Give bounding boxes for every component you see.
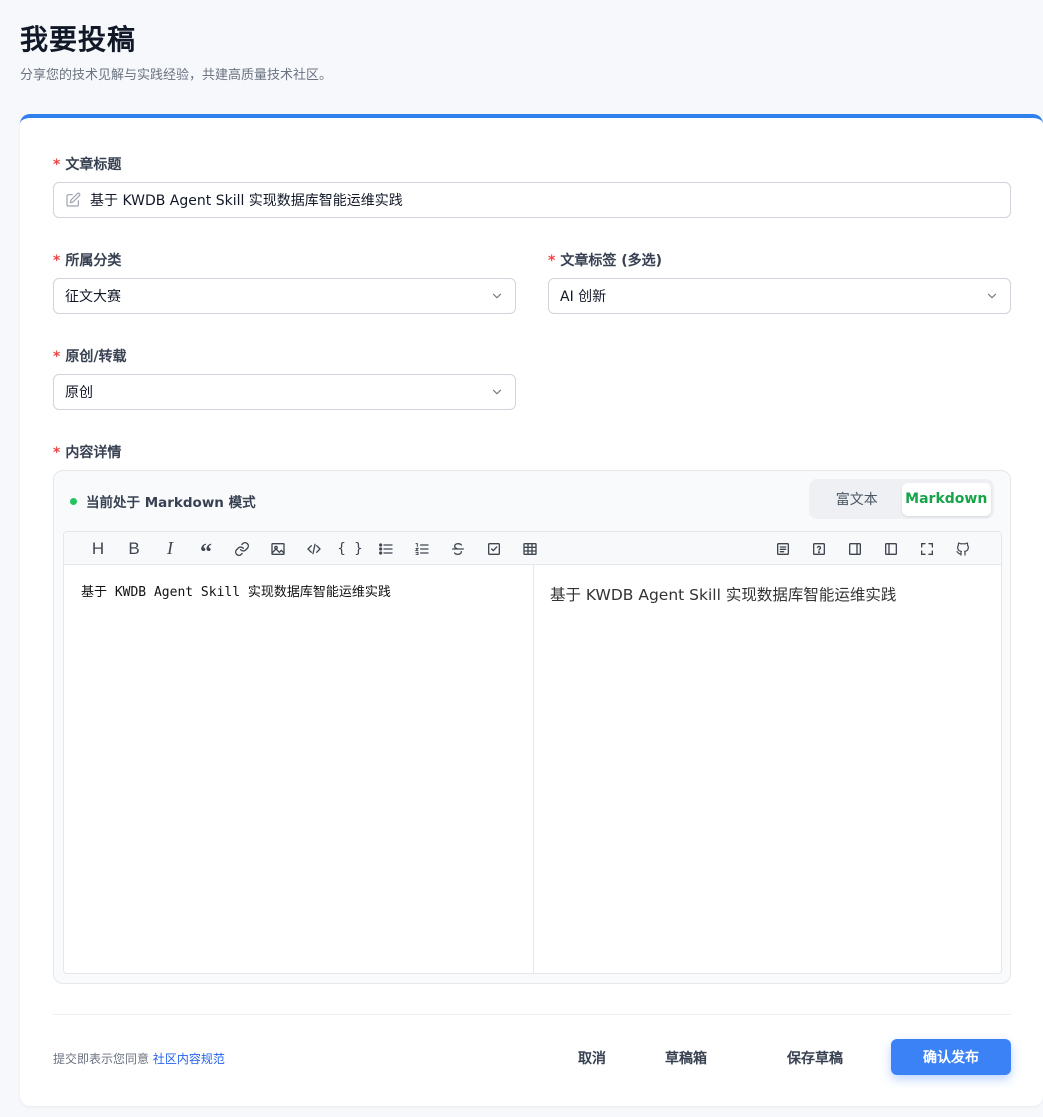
editor-pane-icon [885, 542, 897, 555]
heading-button[interactable]: H [80, 537, 116, 561]
image-icon [271, 542, 285, 555]
bold-icon: B [128, 538, 140, 558]
title-label: * 文章标题 [53, 154, 121, 174]
tags-label-text: 文章标签 (多选) [560, 253, 662, 269]
table-icon [523, 542, 537, 555]
mode-switch: 富文本 Markdown [809, 479, 994, 519]
tags-label: * 文章标签 (多选) [548, 250, 662, 270]
page-subtitle: 分享您的技术见解与实践经验，共建高质量技术社区。 [20, 68, 333, 83]
strikethrough-icon [452, 542, 464, 555]
help-button[interactable] [801, 537, 837, 561]
chevron-down-icon [492, 389, 502, 395]
origin-label-text: 原创/转载 [65, 349, 127, 365]
task-list-button[interactable] [476, 537, 512, 561]
toc-button[interactable] [765, 537, 801, 561]
heading-icon: H [91, 538, 105, 558]
content-editor-box: 当前处于 Markdown 模式 富文本 Markdown H B I “ {… [53, 470, 1011, 984]
github-icon [956, 541, 969, 556]
preview-only-button[interactable] [837, 537, 873, 561]
title-label-text: 文章标题 [65, 157, 122, 173]
editor-toolbar: H B I “ { } [64, 532, 1001, 565]
inline-code-button[interactable] [296, 537, 332, 561]
link-icon [235, 541, 249, 556]
category-select-value: 征文大赛 [65, 289, 121, 305]
submission-card: * 文章标题 基于 KWDB Agent Skill 实现数据库智能运维实践 * 所… [20, 114, 1043, 1106]
code-block-icon: { } [337, 540, 363, 557]
bullet-list-icon [379, 542, 393, 555]
bold-button[interactable]: B [116, 537, 152, 561]
help-icon [813, 542, 825, 555]
bullet-list-button[interactable] [368, 537, 404, 561]
origin-label: * 原创/转载 [53, 346, 126, 366]
code-icon [307, 543, 321, 554]
chevron-down-icon [987, 293, 997, 299]
ordered-list-icon [414, 542, 429, 555]
agreement-prefix: 提交即表示您同意 [53, 1052, 153, 1066]
origin-select-value: 原创 [65, 385, 93, 401]
drafts-button[interactable]: 草稿箱 [650, 1040, 722, 1076]
markdown-preview-pane: 基于 KWDB Agent Skill 实现数据库智能运维实践 [534, 565, 1001, 973]
save-draft-button[interactable]: 保存草稿 [770, 1040, 860, 1076]
cancel-button[interactable]: 取消 [564, 1040, 620, 1076]
category-label-text: 所属分类 [65, 253, 122, 269]
checkbox-icon [488, 542, 500, 555]
mode-status-text: 当前处于 Markdown 模式 [86, 495, 256, 511]
publish-button[interactable]: 确认发布 [891, 1039, 1011, 1075]
link-button[interactable] [224, 537, 260, 561]
pencil-icon [66, 192, 81, 207]
quote-icon: “ [200, 539, 212, 566]
tags-select[interactable]: AI 创新 [548, 278, 1011, 314]
required-mark: * [548, 253, 556, 269]
origin-select[interactable]: 原创 [53, 374, 516, 410]
mode-markdown-button[interactable]: Markdown [901, 482, 991, 516]
required-mark: * [53, 445, 61, 461]
page-title: 我要投稿 [20, 23, 137, 56]
markdown-source-pane[interactable]: 基于 KWDB Agent Skill 实现数据库智能运维实践 [64, 565, 534, 973]
footer-divider [53, 1014, 1011, 1015]
mode-rich-text-button[interactable]: 富文本 [812, 483, 902, 516]
fullscreen-button[interactable] [909, 537, 945, 561]
tags-select-value: AI 创新 [560, 289, 607, 305]
category-label: * 所属分类 [53, 250, 121, 270]
code-block-button[interactable]: { } [332, 537, 368, 561]
italic-button[interactable]: I [152, 537, 188, 561]
ordered-list-button[interactable] [404, 537, 440, 561]
strikethrough-button[interactable] [440, 537, 476, 561]
toc-icon [777, 542, 789, 555]
preview-pane-icon [849, 542, 861, 555]
chevron-down-icon [492, 293, 502, 299]
github-button[interactable] [945, 537, 981, 561]
markdown-source-text: 基于 KWDB Agent Skill 实现数据库智能运维实践 [81, 585, 391, 600]
table-button[interactable] [512, 537, 548, 561]
required-mark: * [53, 253, 61, 269]
image-button[interactable] [260, 537, 296, 561]
markdown-preview-text: 基于 KWDB Agent Skill 实现数据库智能运维实践 [550, 586, 897, 604]
title-input[interactable]: 基于 KWDB Agent Skill 实现数据库智能运维实践 [53, 182, 1011, 218]
title-input-value: 基于 KWDB Agent Skill 实现数据库智能运维实践 [90, 193, 403, 209]
required-mark: * [53, 349, 61, 365]
content-label: * 内容详情 [53, 442, 121, 462]
editor-panes: 基于 KWDB Agent Skill 实现数据库智能运维实践 基于 KWDB … [64, 565, 1001, 973]
mode-status: 当前处于 Markdown 模式 [70, 491, 256, 511]
category-select[interactable]: 征文大赛 [53, 278, 516, 314]
agreement-text: 提交即表示您同意 社区内容规范 [53, 1050, 225, 1067]
status-dot [70, 497, 77, 505]
quote-button[interactable]: “ [188, 537, 224, 565]
italic-icon: I [167, 538, 173, 558]
markdown-editor: H B I “ { } 基于 KWDB Agent Skill 实现数据库智能运… [63, 531, 1002, 974]
content-label-text: 内容详情 [65, 445, 122, 461]
required-mark: * [53, 157, 61, 173]
editor-only-button[interactable] [873, 537, 909, 561]
community-guidelines-link[interactable]: 社区内容规范 [153, 1052, 225, 1066]
fullscreen-icon [921, 542, 933, 555]
